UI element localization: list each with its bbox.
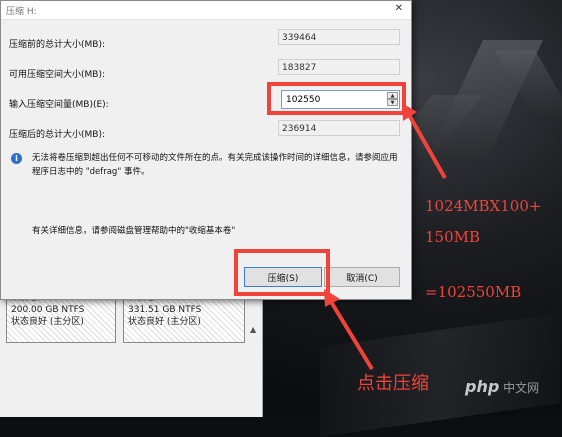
total-before-value: 339464 <box>278 29 400 45</box>
input-highlight-box <box>267 82 406 115</box>
total-after-label: 压缩后的总计大小(MB): <box>9 130 105 140</box>
wallpaper-shape <box>320 313 560 437</box>
formula-line-3: =102550MB <box>425 283 522 301</box>
php-watermark-logo: php 中文网 <box>465 377 540 396</box>
close-icon[interactable]: ✕ <box>395 3 403 14</box>
info-message: 无法将卷压缩到超出任何不可移动的文件所在的点。有关完成该操作时间的详细信息，请参… <box>32 153 398 177</box>
shrink-volume-dialog: 压缩 H: ✕ 压缩前的总计大小(MB): 339464 可用压缩空间大小(MB… <box>0 0 412 300</box>
volume-size: 200.00 GB NTFS <box>11 305 85 315</box>
cancel-button[interactable]: 取消(C) <box>324 267 400 287</box>
available-space-label: 可用压缩空间大小(MB): <box>9 70 105 80</box>
info-icon: i <box>11 153 22 164</box>
dialog-titlebar[interactable]: 压缩 H: ✕ <box>1 1 411 20</box>
formula-line-1: 1024MBX100+ <box>425 197 542 215</box>
shrink-amount-label: 输入压缩空间量(MB)(E): <box>9 100 109 110</box>
total-after-value: 236914 <box>278 120 400 136</box>
click-hint-text: 点击压缩 <box>357 373 429 394</box>
volume-status: 状态良好 (主分区) <box>11 317 84 327</box>
button-highlight-box <box>234 249 330 296</box>
dialog-title: 压缩 H: <box>6 7 37 17</box>
volume-status: 状态良好 (主分区) <box>128 317 201 327</box>
disk-management-window: 新加卷 200.00 GB NTFS 状态良好 (主分区) 新加卷 331.51… <box>0 285 263 417</box>
total-before-label: 压缩前的总计大小(MB): <box>9 40 105 50</box>
available-space-value: 183827 <box>278 59 400 75</box>
help-message: 有关详细信息，请参阅磁盘管理帮助中的"收缩基本卷" <box>32 226 236 236</box>
volume-size: 331.51 GB NTFS <box>128 305 202 315</box>
formula-line-2: 150MB <box>425 228 481 246</box>
scroll-arrow-icon[interactable]: ▲ <box>250 325 260 345</box>
